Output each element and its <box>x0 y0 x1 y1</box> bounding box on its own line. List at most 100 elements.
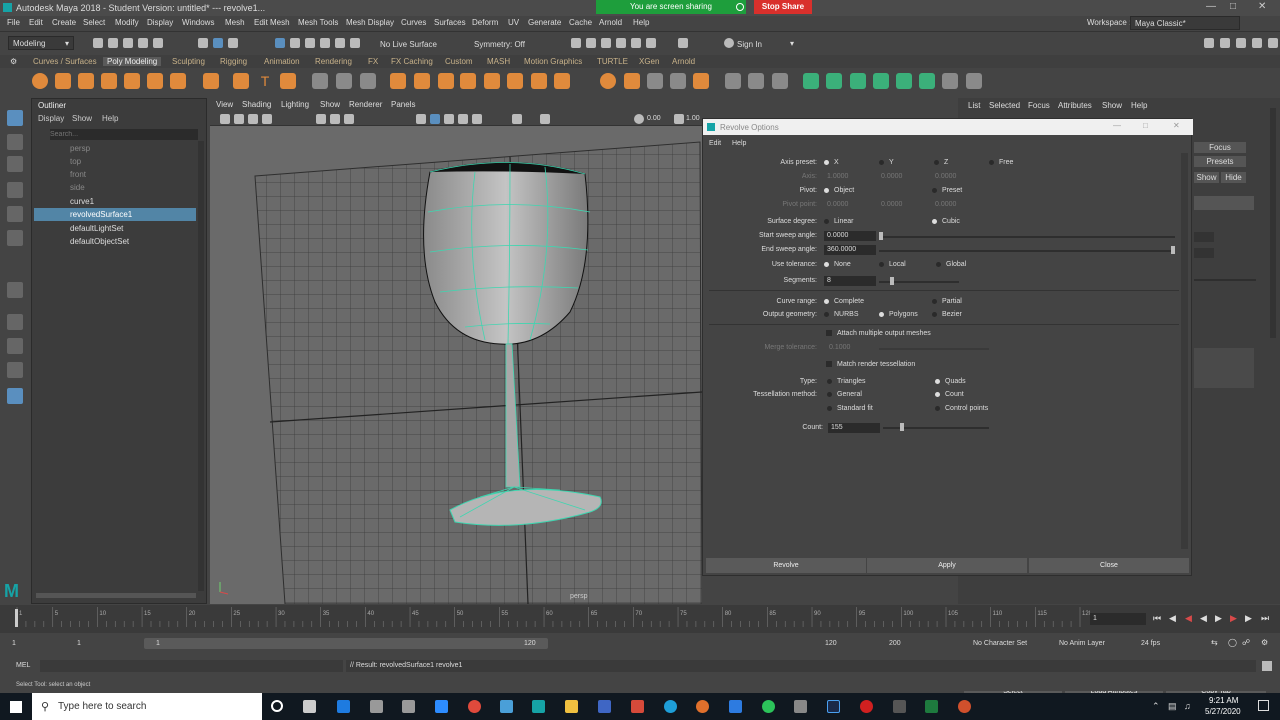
menu-generate[interactable]: Generate <box>528 18 561 27</box>
arnold-render-icon[interactable] <box>646 38 656 48</box>
select-component-icon[interactable] <box>228 38 238 48</box>
menu-display[interactable]: Display <box>147 18 173 27</box>
scale-tool-icon[interactable] <box>7 230 23 246</box>
play-back-icon[interactable]: ◀ <box>1200 613 1207 624</box>
maya-taskbar-icon[interactable] <box>532 700 545 713</box>
app-icon-7[interactable] <box>893 700 906 713</box>
tray-chevron-icon[interactable]: ⌃ <box>1152 701 1160 712</box>
revolve-button[interactable]: Revolve <box>706 558 866 573</box>
super-shape-icon[interactable] <box>233 73 249 89</box>
multi-cut-icon[interactable] <box>554 73 570 89</box>
menu-edit[interactable]: Edit <box>29 18 43 27</box>
panel-menu-help[interactable]: Help <box>1131 101 1147 110</box>
tess-standard-fit[interactable]: Standard fit <box>827 405 873 412</box>
gamma-icon[interactable] <box>674 114 684 124</box>
boolean-icon[interactable] <box>390 73 406 89</box>
use-tolerance-none[interactable]: None <box>824 261 851 268</box>
open-scene-icon[interactable] <box>108 38 118 48</box>
windows-start-icon[interactable] <box>10 701 22 713</box>
film-gate-icon[interactable] <box>330 114 340 124</box>
uv-camera-icon[interactable] <box>896 73 912 89</box>
attach-multiple-checkbox[interactable]: Attach multiple output meshes <box>826 330 931 337</box>
sign-in-label[interactable]: Sign In <box>737 40 762 49</box>
shelf-tab-fx[interactable]: FX <box>368 57 378 66</box>
dialog-close-icon[interactable]: ✕ <box>1173 121 1180 130</box>
append-icon[interactable] <box>484 73 500 89</box>
outliner-item-front[interactable]: front <box>34 168 196 181</box>
modeling-toolkit-icon[interactable] <box>1204 38 1214 48</box>
menu-cache[interactable]: Cache <box>569 18 592 27</box>
outliner-item-default-object-set[interactable]: defaultObjectSet <box>34 235 196 248</box>
panel-menu-attributes[interactable]: Attributes <box>1058 101 1092 110</box>
snap-live-icon[interactable] <box>350 38 360 48</box>
start-sweep-knob[interactable] <box>879 232 883 240</box>
menu-uv[interactable]: UV <box>508 18 519 27</box>
select-hierarchy-icon[interactable] <box>198 38 208 48</box>
photoshop-icon[interactable] <box>827 700 840 713</box>
menu-select[interactable]: Select <box>83 18 105 27</box>
camera-attrs-icon[interactable] <box>234 114 244 124</box>
command-input[interactable] <box>40 660 343 672</box>
shelf-tab-motion-graphics[interactable]: Motion Graphics <box>524 57 582 66</box>
menu-curves[interactable]: Curves <box>401 18 426 27</box>
match-render-checkbox[interactable]: Match render tessellation <box>826 361 915 368</box>
pivot-point-z[interactable]: 0.0000 <box>935 201 956 208</box>
dialog-menu-help[interactable]: Help <box>732 140 746 147</box>
play-forward-icon[interactable]: ▶ <box>1215 613 1222 624</box>
resolution-gate-icon[interactable] <box>344 114 354 124</box>
panel-presets-button[interactable]: Presets <box>1194 156 1246 167</box>
loop-icon[interactable]: ⇆ <box>1211 638 1218 647</box>
axis-x-field[interactable]: 1.0000 <box>827 173 848 180</box>
hypershade-icon[interactable] <box>616 38 626 48</box>
whatsapp-icon[interactable] <box>762 700 775 713</box>
workspace-dropdown[interactable]: Maya Classic* <box>1130 16 1240 30</box>
panel-focus-button[interactable]: Focus <box>1194 142 1246 153</box>
outliner-menu-display[interactable]: Display <box>38 114 64 123</box>
separate-icon[interactable] <box>336 73 352 89</box>
isolate-icon[interactable] <box>512 114 522 124</box>
tess-control-points[interactable]: Control points <box>935 405 988 412</box>
ipr-render-icon[interactable] <box>586 38 596 48</box>
uv-editor-icon[interactable] <box>919 73 935 89</box>
tess-general[interactable]: General <box>827 391 862 398</box>
shelf-tab-animation[interactable]: Animation <box>264 57 300 66</box>
maximize-icon[interactable]: □ <box>1230 1 1236 12</box>
outliner-menu-help[interactable]: Help <box>102 114 118 123</box>
smooth-shade-icon[interactable] <box>430 114 440 124</box>
menu-arnold[interactable]: Arnold <box>599 18 622 27</box>
dialog-menu-edit[interactable]: Edit <box>709 140 721 147</box>
select-object-icon[interactable] <box>213 38 223 48</box>
panel-show-button[interactable]: Show <box>1194 172 1219 183</box>
playback-prefs-icon[interactable]: ☍ <box>1242 638 1250 647</box>
axis-preset-x[interactable]: X <box>824 159 839 166</box>
perspective-viewport[interactable]: persp <box>210 112 702 604</box>
select-tool-icon[interactable] <box>7 110 23 126</box>
uv-plane-icon[interactable] <box>803 73 819 89</box>
app-icon-3[interactable] <box>598 700 611 713</box>
render-view-icon[interactable] <box>631 38 641 48</box>
range-slider[interactable] <box>144 638 548 649</box>
step-forward-key-icon[interactable]: ▶ <box>1245 613 1252 624</box>
bridge-icon[interactable] <box>438 73 454 89</box>
curve-range-partial[interactable]: Partial <box>932 298 962 305</box>
count-knob[interactable] <box>900 423 904 431</box>
app-icon-5[interactable] <box>729 700 742 713</box>
snap-view-icon[interactable] <box>320 38 330 48</box>
step-forward-frame-icon[interactable]: ▶ <box>1230 613 1237 624</box>
image-plane-icon[interactable] <box>262 114 272 124</box>
render-frame-icon[interactable] <box>571 38 581 48</box>
task-view-icon[interactable] <box>303 700 316 713</box>
viewport-menu-shading[interactable]: Shading <box>242 100 271 109</box>
textured-icon[interactable] <box>444 114 454 124</box>
panel-menu-selected[interactable]: Selected <box>989 101 1020 110</box>
chrome-icon[interactable] <box>468 700 481 713</box>
poly-cylinder-icon[interactable] <box>78 73 94 89</box>
poly-cone-icon[interactable] <box>101 73 117 89</box>
symmetry-label[interactable]: Symmetry: Off <box>474 40 525 49</box>
persp-outliner-icon[interactable] <box>7 362 23 378</box>
outliner-item-side[interactable]: side <box>34 181 196 194</box>
powerpoint-icon[interactable] <box>958 700 971 713</box>
panel-toggle-icon[interactable] <box>1268 38 1278 48</box>
shelf-tab-rigging[interactable]: Rigging <box>220 57 247 66</box>
curve-range-complete[interactable]: Complete <box>824 298 864 305</box>
